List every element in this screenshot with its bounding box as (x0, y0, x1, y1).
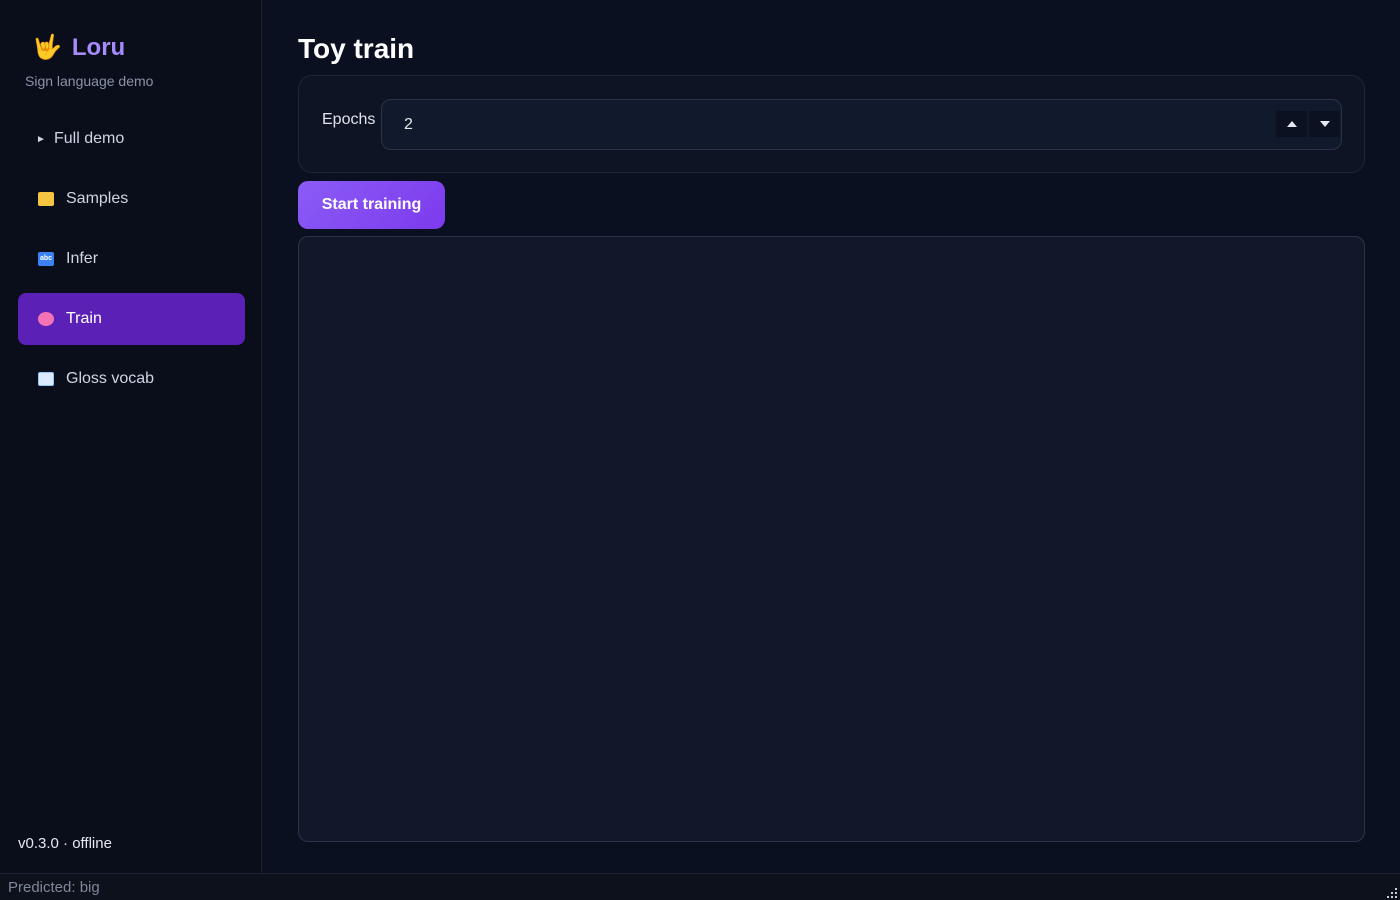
epochs-number-input[interactable]: 2 (381, 99, 1342, 150)
sidebar-item-train[interactable]: Train (18, 293, 245, 345)
sidebar-item-label: Train (66, 310, 102, 327)
sidebar-item-label: Infer (66, 250, 99, 267)
page-title: Toy train (298, 33, 415, 64)
chevron-up-icon (1286, 121, 1297, 127)
main-content: Toy train Epochs 2 Start training (262, 0, 1400, 873)
training-output-panel (298, 236, 1365, 842)
abc-icon: abc (36, 252, 56, 266)
sidebar-item-gloss-vocab[interactable]: Gloss vocab (18, 353, 245, 405)
version-info: v0.3.0 · offline (18, 835, 112, 852)
status-bar: Predicted: big (0, 873, 1400, 900)
sidebar-item-infer[interactable]: abc Infer (18, 233, 245, 285)
sidebar-item-label: Gloss vocab (66, 370, 155, 387)
epochs-card: Epochs 2 (298, 75, 1365, 173)
decrement-button[interactable] (1309, 111, 1340, 137)
chevron-down-icon (1319, 121, 1330, 127)
brand-subtitle: Sign language demo (25, 73, 154, 89)
resize-grip-icon[interactable] (1385, 886, 1397, 898)
start-training-button[interactable]: Start training (298, 181, 445, 229)
sidebar-item-samples[interactable]: Samples (18, 173, 245, 225)
status-text: Predicted: big (8, 879, 100, 896)
brain-icon (36, 312, 56, 326)
epochs-stepper (1274, 111, 1340, 137)
sidebar: 🤟 Loru Sign language demo ► Full demo Sa… (0, 0, 262, 873)
brand: 🤟 Loru (32, 34, 125, 62)
sidebar-item-full-demo[interactable]: ► Full demo (18, 113, 245, 165)
epochs-value: 2 (404, 116, 413, 133)
brand-name: Loru (71, 34, 126, 61)
folder-icon (36, 192, 56, 206)
sidebar-item-label: Samples (66, 190, 129, 207)
increment-button[interactable] (1276, 111, 1307, 137)
sidebar-nav: ► Full demo Samples abc Infer Train Glos… (18, 113, 245, 413)
epochs-label: Epochs (322, 111, 376, 128)
book-icon (36, 372, 56, 386)
hand-sign-icon: 🤟 (32, 34, 62, 61)
sidebar-item-label: Full demo (54, 130, 125, 147)
play-triangle-icon: ► (36, 133, 46, 145)
